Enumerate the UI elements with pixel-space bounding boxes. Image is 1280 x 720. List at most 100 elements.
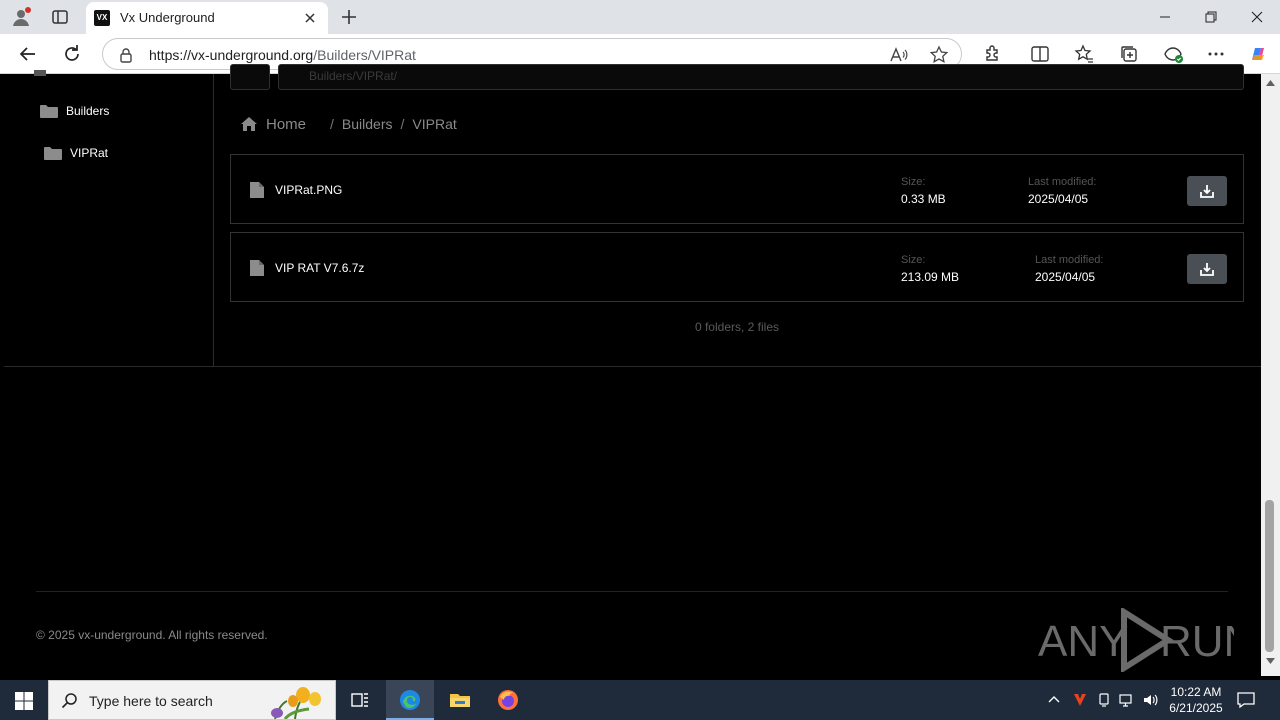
search-icon (61, 693, 77, 709)
file-size-label: Size: (901, 176, 926, 188)
file-modified: 2025/04/05 (1035, 270, 1096, 284)
path-search-input[interactable]: Builders/VIPRat/ (278, 64, 1244, 90)
split-screen-icon[interactable] (1028, 42, 1052, 66)
browser-tab-bar: VX Vx Underground (0, 0, 1280, 34)
notification-icon (1237, 692, 1255, 709)
edge-icon (400, 690, 420, 710)
file-size: 213.09 MB (901, 270, 960, 284)
menu-toggle-button[interactable] (230, 64, 270, 90)
network-icon (1119, 694, 1132, 707)
collections-icon[interactable] (1117, 42, 1141, 66)
close-window-icon[interactable] (1234, 0, 1280, 34)
shield-app-icon (1074, 694, 1086, 706)
breadcrumb-separator: / (400, 116, 405, 132)
clock-time: 10:22 AM (1170, 685, 1222, 699)
page-scrollbar[interactable] (1261, 74, 1280, 676)
tab-actions-icon[interactable] (50, 7, 70, 27)
volume-icon (1144, 694, 1158, 706)
taskbar-clock[interactable]: 10:22 AM 6/21/2025 (1166, 684, 1226, 716)
download-button[interactable] (1187, 176, 1227, 206)
lock-icon[interactable] (119, 47, 133, 68)
restore-icon[interactable] (1188, 0, 1234, 34)
browser-tab[interactable]: VX Vx Underground (86, 2, 328, 34)
minimize-icon[interactable] (1142, 0, 1188, 34)
url-text[interactable]: https://vx-underground.org/Builders/VIPR… (149, 47, 416, 63)
sidebar-item-viprat[interactable]: VIPRat (44, 142, 108, 164)
scroll-down-icon[interactable] (1266, 658, 1275, 664)
sidebar-item-label: VIPRat (70, 146, 109, 160)
task-view-icon (351, 693, 368, 707)
file-icon (250, 182, 264, 198)
anyrun-watermark-logo: ANY RUN (1038, 608, 1234, 672)
notifications-button[interactable] (1236, 690, 1256, 715)
sidebar-item-builders[interactable]: Builders (40, 100, 109, 122)
search-row: Builders/VIPRat/ (230, 64, 1244, 90)
firefox-icon (498, 690, 518, 710)
download-icon (1200, 185, 1214, 198)
start-button[interactable] (0, 680, 48, 720)
taskbar-search-placeholder: Type here to search (89, 693, 213, 709)
breadcrumb-builders[interactable]: Builders (342, 116, 393, 132)
browser-essentials-icon[interactable] (1161, 42, 1185, 66)
file-modified: 2025/04/05 (1028, 192, 1089, 206)
footer-divider (36, 591, 1228, 592)
file-name[interactable]: VIPRat.PNG (275, 183, 342, 197)
sidebar-item-label: Builders (66, 104, 110, 118)
file-icon (250, 260, 264, 276)
sidebar: Builders VIPRat (4, 70, 214, 366)
file-modified-label: Last modified: (1028, 176, 1097, 188)
task-view-button[interactable] (336, 680, 384, 720)
file-row[interactable]: VIP RAT V7.6.7z Size: 213.09 MB Last mod… (230, 232, 1244, 302)
close-tab-icon[interactable] (302, 10, 318, 26)
scrollbar-thumb[interactable] (1265, 500, 1274, 652)
scroll-up-icon[interactable] (1266, 80, 1275, 86)
file-explorer-button[interactable] (436, 680, 484, 720)
watermark-left-text: ANY (1038, 617, 1128, 666)
windows-logo-icon (15, 692, 33, 710)
url-host: https://vx-underground.org (149, 47, 314, 63)
main-panel: Builders/VIPRat/ Home / Builders / VIPRa… (214, 64, 1261, 366)
settings-more-icon[interactable] (1204, 42, 1228, 66)
sidebar-top-icon (34, 70, 46, 76)
watermark-right-text: RUN (1160, 617, 1234, 666)
profile-icon[interactable] (10, 6, 32, 28)
firefox-button[interactable] (484, 680, 532, 720)
clock-date: 6/21/2025 (1169, 701, 1223, 715)
copilot-icon[interactable] (1246, 42, 1270, 66)
vx-favicon-icon: VX (94, 10, 110, 26)
windows-taskbar: Type here to search 10:22 AM 6/21/2025 (0, 680, 1280, 720)
home-icon (241, 117, 257, 131)
download-button[interactable] (1187, 254, 1227, 284)
search-highlight-flowers-icon (271, 687, 321, 719)
folder-icon (40, 105, 58, 118)
folder-icon (44, 147, 62, 160)
footer-copyright: © 2025 vx-underground. All rights reserv… (36, 628, 268, 642)
breadcrumb-viprat[interactable]: VIPRat (412, 116, 456, 132)
refresh-icon[interactable] (60, 42, 84, 66)
breadcrumb-separator: / (330, 116, 334, 132)
new-tab-icon[interactable] (338, 6, 360, 28)
breadcrumb: Home / Builders / VIPRat (240, 114, 457, 134)
chevron-up-icon (1048, 696, 1060, 703)
search-placeholder: Builders/VIPRat/ (309, 69, 398, 83)
back-arrow-icon[interactable] (16, 42, 40, 66)
file-modified-label: Last modified: (1035, 254, 1104, 266)
file-explorer-icon (450, 694, 470, 707)
tab-title: Vx Underground (120, 10, 215, 25)
file-row[interactable]: VIPRat.PNG Size: 0.33 MB Last modified: … (230, 154, 1244, 224)
file-size-label: Size: (901, 254, 926, 266)
extensions-icon[interactable] (980, 42, 1004, 66)
breadcrumb-home[interactable]: Home (240, 116, 306, 133)
edge-taskbar-button[interactable] (386, 680, 434, 720)
url-path: /Builders/VIPRat (313, 47, 416, 63)
favorites-icon[interactable] (1072, 42, 1096, 66)
breadcrumb-home-label: Home (266, 115, 307, 133)
content-divider (4, 366, 1261, 367)
file-size: 0.33 MB (901, 192, 946, 206)
folder-summary: 0 folders, 2 files (694, 320, 780, 334)
file-name[interactable]: VIP RAT V7.6.7z (275, 261, 364, 275)
page-content: Builders VIPRat Builders/VIPRat/ Home / … (4, 64, 1261, 676)
usb-device-icon (1099, 693, 1109, 707)
download-icon (1200, 263, 1214, 276)
taskbar-search-box[interactable]: Type here to search (48, 680, 336, 720)
